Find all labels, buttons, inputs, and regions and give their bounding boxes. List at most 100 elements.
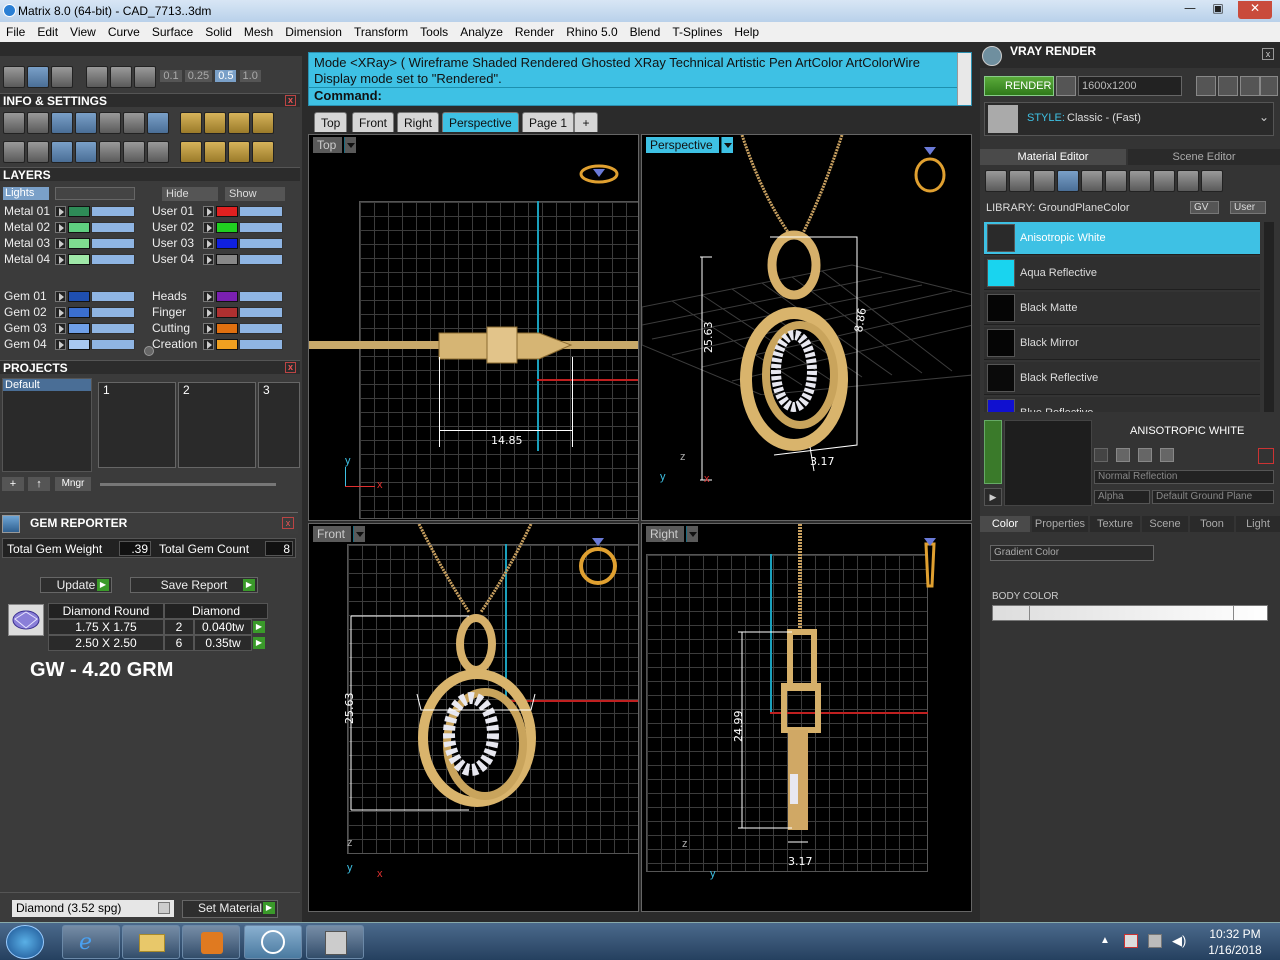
material-item[interactable]: Blue Reflective — [984, 397, 1260, 412]
save-report-button[interactable]: Save Report ▶ — [130, 577, 258, 593]
layer-lock-visibility-controls[interactable] — [239, 222, 283, 233]
drop-icon[interactable] — [985, 170, 1007, 192]
brush-icon[interactable] — [51, 66, 73, 88]
layer-lock-visibility-controls[interactable] — [239, 206, 283, 217]
menu-tsplines[interactable]: T-Splines — [666, 22, 728, 39]
layers-icon[interactable] — [51, 112, 73, 134]
scale-icon[interactable] — [252, 141, 274, 163]
tab-right[interactable]: Right — [397, 112, 440, 132]
layer-row[interactable]: Metal 04 — [0, 252, 150, 267]
layer-row[interactable]: User 03 — [148, 236, 298, 251]
layer-color-swatch[interactable] — [216, 323, 238, 334]
filter-icon[interactable] — [99, 141, 121, 163]
gradient-select[interactable]: Gradient Color — [990, 545, 1154, 561]
layer-lock-visibility-controls[interactable] — [239, 254, 283, 265]
export-icon[interactable] — [1138, 448, 1152, 462]
menu-surface[interactable]: Surface — [146, 22, 199, 39]
frame2-icon[interactable] — [228, 112, 250, 134]
refresh-icon[interactable] — [1258, 448, 1274, 464]
subtab-properties[interactable]: Properties — [1032, 516, 1088, 532]
import-icon[interactable] — [1160, 448, 1174, 462]
texture-icon[interactable] — [1081, 170, 1103, 192]
layer-color-swatch[interactable] — [216, 307, 238, 318]
show-button[interactable]: Show — [225, 187, 285, 201]
body-color-gradient[interactable] — [992, 605, 1268, 621]
menu-file[interactable]: File — [0, 22, 31, 39]
ground-plane-select[interactable]: Default Ground Plane — [1152, 490, 1274, 504]
close-icon[interactable]: x — [282, 517, 294, 529]
expand-arrow-icon[interactable] — [203, 339, 214, 350]
expand-arrow-icon[interactable] — [203, 254, 214, 265]
layer-color-swatch[interactable] — [68, 222, 90, 233]
minimize-button[interactable]: — — [1176, 1, 1204, 19]
layer-row[interactable]: Metal 02 — [0, 220, 150, 235]
grid-icon[interactable] — [3, 66, 25, 88]
clipboard-icon[interactable] — [99, 112, 121, 134]
expand-arrow-icon[interactable] — [203, 323, 214, 334]
rewind-icon[interactable] — [1196, 76, 1216, 96]
layer-row[interactable]: User 04 — [148, 252, 298, 267]
command-scrollbar[interactable] — [957, 53, 971, 105]
calculator-taskbar-icon[interactable] — [306, 925, 364, 959]
layer-row[interactable]: Gem 02 — [0, 305, 150, 320]
explorer-taskbar-icon[interactable] — [122, 925, 180, 959]
tab-top[interactable]: Top — [314, 112, 348, 132]
layer-color-swatch[interactable] — [68, 291, 90, 302]
frame3-icon[interactable] — [252, 112, 274, 134]
leaf2-icon[interactable] — [1177, 170, 1199, 192]
layer-row[interactable]: Metal 03 — [0, 236, 150, 251]
expand-arrow-icon[interactable] — [203, 206, 214, 217]
tab-page1[interactable]: Page 1 — [522, 112, 575, 132]
step-01[interactable]: 0.1 — [160, 70, 182, 82]
tab-scene-editor[interactable]: Scene Editor — [1128, 149, 1280, 165]
checker-icon[interactable] — [1105, 170, 1127, 192]
menu-help[interactable]: Help — [728, 22, 765, 39]
zoom-icon[interactable] — [27, 112, 49, 134]
gradient-stop[interactable] — [1233, 606, 1234, 620]
gradient-icon[interactable] — [1057, 170, 1079, 192]
layer-row[interactable]: Metal 01 — [0, 204, 150, 219]
window-icon[interactable] — [27, 141, 49, 163]
step-05[interactable]: 0.5 — [215, 70, 237, 82]
layer-lock-visibility-controls[interactable] — [239, 291, 283, 302]
menu-view[interactable]: View — [64, 22, 102, 39]
layer-row[interactable]: User 01 — [148, 204, 298, 219]
viewport-perspective[interactable]: Perspective 25.63 8.86 3.17 z y x — [641, 134, 972, 521]
menu-rhino[interactable]: Rhino 5.0 — [560, 22, 623, 39]
layer-lock-visibility-controls[interactable] — [91, 323, 135, 334]
layer-color-swatch[interactable] — [68, 339, 90, 350]
expand-arrow-icon[interactable] — [55, 238, 66, 249]
expand-arrow-icon[interactable] — [55, 339, 66, 350]
close-icon[interactable]: x — [1262, 48, 1274, 60]
layer-color-swatch[interactable] — [216, 339, 238, 350]
menu-blend[interactable]: Blend — [624, 22, 667, 39]
bulb-icon[interactable] — [1201, 170, 1223, 192]
list-icon[interactable] — [147, 141, 169, 163]
step-10[interactable]: 1.0 — [239, 70, 261, 82]
clock-time[interactable]: 10:32 PM — [1200, 927, 1270, 941]
expand-arrow-icon[interactable] — [55, 323, 66, 334]
subtab-toon[interactable]: Toon — [1190, 516, 1234, 532]
layer-color-swatch[interactable] — [216, 222, 238, 233]
viewport-right[interactable]: Right 24.99 3.17 z y — [641, 523, 972, 912]
material-item[interactable]: Black Mirror — [984, 327, 1260, 360]
material-item[interactable]: Aqua Reflective — [984, 257, 1260, 290]
render-button[interactable]: RENDER — [984, 76, 1054, 96]
layer-row[interactable]: Heads — [148, 289, 298, 304]
expand-arrow-icon[interactable] — [55, 307, 66, 318]
menu-transform[interactable]: Transform — [348, 22, 414, 39]
camera-icon[interactable] — [1056, 76, 1076, 96]
start-button[interactable] — [6, 925, 44, 959]
solid-icon[interactable] — [51, 141, 73, 163]
collapse-preview-button[interactable] — [984, 420, 1002, 484]
rotate-icon[interactable] — [228, 141, 250, 163]
layer-color-swatch[interactable] — [216, 238, 238, 249]
project-slot-2[interactable]: 2 — [178, 382, 256, 468]
gradient-stop[interactable] — [1029, 606, 1030, 620]
layer-row[interactable]: Cutting — [148, 321, 298, 336]
layer-row[interactable]: User 02 — [148, 220, 298, 235]
close-button[interactable]: ✕ — [1238, 1, 1272, 19]
viewports-icon[interactable] — [3, 141, 25, 163]
tab-perspective[interactable]: Perspective — [442, 112, 519, 132]
menu-solid[interactable]: Solid — [199, 22, 238, 39]
